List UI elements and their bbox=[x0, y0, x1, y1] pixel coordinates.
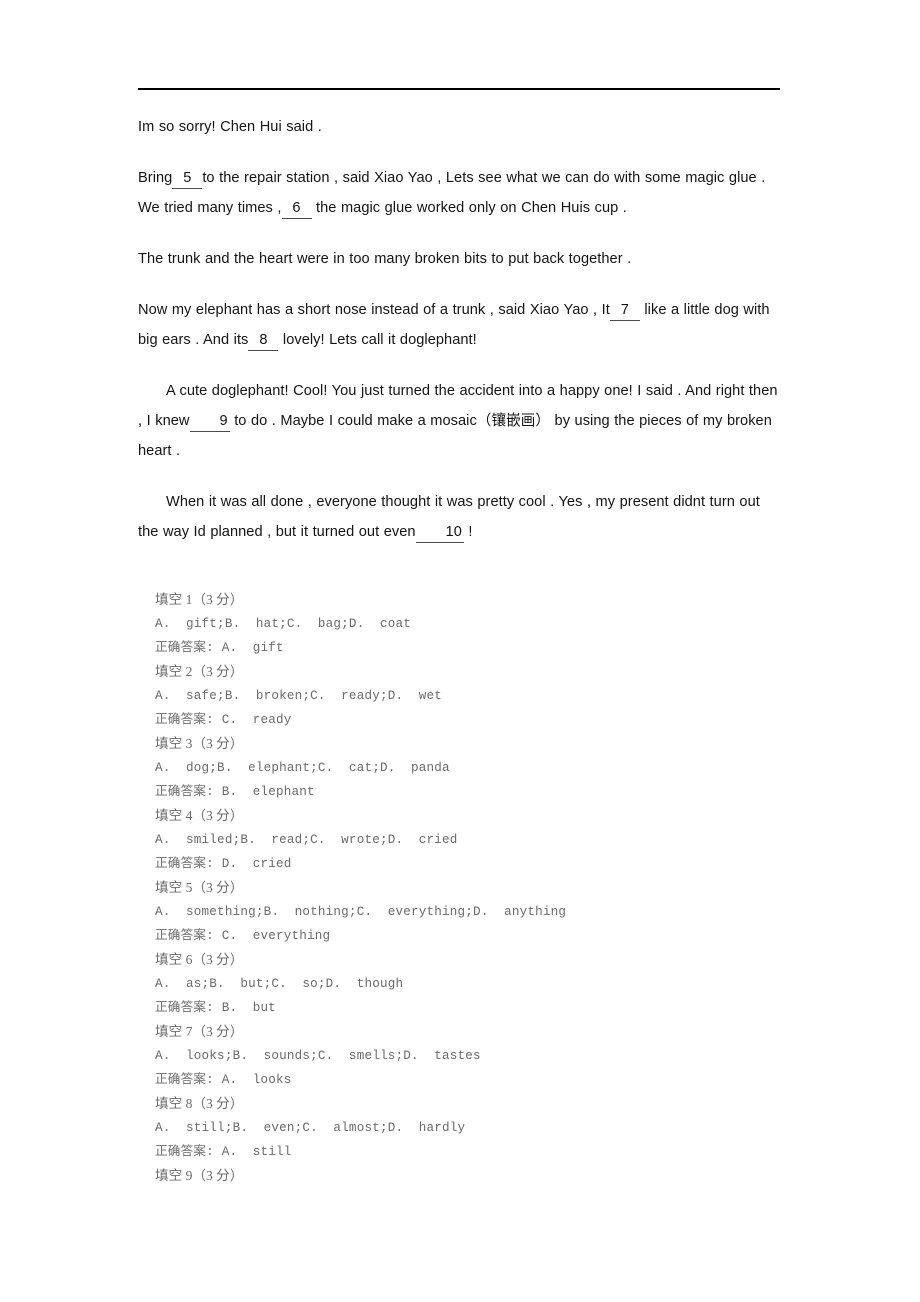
answer-key-heading: 填空 8（3 分） bbox=[155, 1096, 244, 1111]
answer-key-entry: 填空 4（3 分） A. smiled;B. read;C. wrote;D. … bbox=[155, 804, 795, 876]
answer-key-heading: 填空 3（3 分） bbox=[155, 736, 244, 751]
cloze-passage: Im so sorry! Chen Hui said . Bring 5 to th… bbox=[138, 112, 783, 547]
blank-6[interactable]: 6 bbox=[281, 198, 312, 219]
answer-key-options: A. safe;B. broken;C. ready;D. wet bbox=[155, 689, 443, 703]
document-page: Im so sorry! Chen Hui said . Bring 5 to th… bbox=[0, 0, 920, 1302]
blank-10[interactable]: 10 bbox=[415, 522, 464, 543]
answer-key-heading: 填空 7（3 分） bbox=[155, 1024, 244, 1039]
answer-key-heading: 填空 6（3 分） bbox=[155, 952, 244, 967]
answer-key-heading: 填空 1（3 分） bbox=[155, 592, 244, 607]
answer-key-heading: 填空 2（3 分） bbox=[155, 664, 244, 679]
answer-key-entry: 填空 6（3 分） A. as;B. but;C. so;D. though 正… bbox=[155, 948, 795, 1020]
answer-key-options: A. smiled;B. read;C. wrote;D. cried bbox=[155, 833, 458, 847]
answer-key-options: A. something;B. nothing;C. everything;D.… bbox=[155, 905, 567, 919]
answer-key-entry: 填空 5（3 分） A. something;B. nothing;C. eve… bbox=[155, 876, 795, 948]
passage-paragraph-6: When it was all done , everyone thought … bbox=[138, 487, 783, 547]
answer-key-entry: 填空 7（3 分） A. looks;B. sounds;C. smells;D… bbox=[155, 1020, 795, 1092]
passage-paragraph-2: Bring 5 to the repair station , said Xiao … bbox=[138, 163, 783, 223]
paragraph-text: Bring bbox=[138, 170, 173, 186]
paragraph-text: Im so sorry! Chen Hui said . bbox=[138, 119, 322, 135]
answer-key-entry: 填空 2（3 分） A. safe;B. broken;C. ready;D. … bbox=[155, 660, 795, 732]
answer-key-entry: 填空 8（3 分） A. still;B. even;C. almost;D. … bbox=[155, 1092, 795, 1164]
paragraph-text: the magic glue worked only on Chen Huis … bbox=[316, 200, 627, 216]
answer-key-answer: 正确答案: C. everything bbox=[155, 929, 331, 943]
passage-paragraph-3: The trunk and the heart were in too many… bbox=[138, 244, 783, 274]
header-divider bbox=[138, 88, 780, 90]
paragraph-text: The trunk and the heart were in too many… bbox=[138, 251, 632, 267]
answer-key-answer: 正确答案: D. cried bbox=[155, 857, 292, 871]
paragraph-text: ! bbox=[468, 524, 473, 540]
paragraph-text: Now my elephant has a short nose instead… bbox=[138, 302, 610, 318]
answer-key-answer: 正确答案: B. but bbox=[155, 1001, 276, 1015]
answer-key-answer: 正确答案: C. ready bbox=[155, 713, 292, 727]
paragraph-text: to do . Maybe I could make a mosaic（镶嵌画）… bbox=[138, 413, 772, 459]
answer-key-heading: 填空 5（3 分） bbox=[155, 880, 244, 895]
blank-8[interactable]: 8 bbox=[248, 330, 279, 351]
blank-9[interactable]: 9 bbox=[189, 411, 230, 432]
answer-key-answer: 正确答案: A. still bbox=[155, 1145, 292, 1159]
answer-key-answer: 正确答案: A. looks bbox=[155, 1073, 292, 1087]
answer-key-section: 填空 1（3 分） A. gift;B. hat;C. bag;D. coat … bbox=[155, 588, 795, 1188]
passage-paragraph-5: A cute doglephant! Cool! You just turned… bbox=[138, 376, 783, 466]
answer-key-options: A. gift;B. hat;C. bag;D. coat bbox=[155, 617, 411, 631]
answer-key-entry: 填空 1（3 分） A. gift;B. hat;C. bag;D. coat … bbox=[155, 588, 795, 660]
passage-paragraph-4: Now my elephant has a short nose instead… bbox=[138, 295, 783, 355]
answer-key-answer: 正确答案: A. gift bbox=[155, 641, 284, 655]
answer-key-answer: 正确答案: B. elephant bbox=[155, 785, 315, 799]
passage-paragraph-1: Im so sorry! Chen Hui said . bbox=[138, 112, 783, 142]
answer-key-options: A. still;B. even;C. almost;D. hardly bbox=[155, 1121, 466, 1135]
blank-5[interactable]: 5 bbox=[172, 168, 203, 189]
answer-key-options: A. dog;B. elephant;C. cat;D. panda bbox=[155, 761, 450, 775]
answer-key-entry: 填空 9（3 分） bbox=[155, 1164, 795, 1188]
answer-key-entry: 填空 3（3 分） A. dog;B. elephant;C. cat;D. p… bbox=[155, 732, 795, 804]
answer-key-heading: 填空 9（3 分） bbox=[155, 1168, 244, 1183]
answer-key-options: A. looks;B. sounds;C. smells;D. tastes bbox=[155, 1049, 481, 1063]
paragraph-text: lovely! Lets call it doglephant! bbox=[282, 332, 477, 348]
answer-key-heading: 填空 4（3 分） bbox=[155, 808, 244, 823]
answer-key-options: A. as;B. but;C. so;D. though bbox=[155, 977, 404, 991]
blank-7[interactable]: 7 bbox=[609, 300, 640, 321]
